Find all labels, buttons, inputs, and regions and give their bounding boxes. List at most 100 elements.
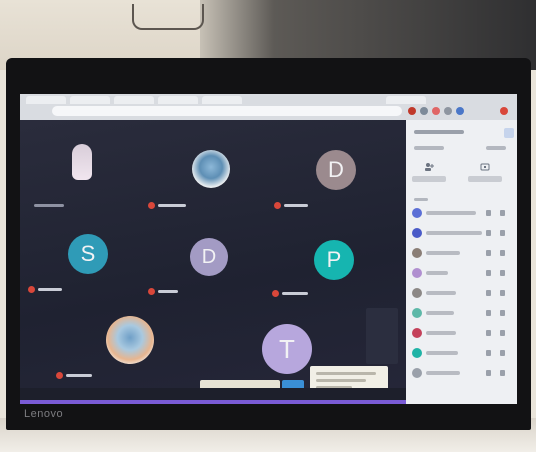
browser-chrome [20, 94, 517, 120]
browser-tab[interactable] [202, 96, 242, 104]
mic-icon [486, 290, 491, 296]
add-people-button[interactable] [412, 160, 446, 188]
participant-row-name [426, 211, 476, 215]
share-icon [480, 163, 490, 171]
browser-tab[interactable] [386, 96, 426, 104]
mic-off-icon [274, 202, 281, 209]
mic-off-icon [148, 202, 155, 209]
participant-avatar-d[interactable]: D [316, 150, 356, 190]
participant-name [28, 286, 78, 295]
laptop-screen: D S D P T [20, 94, 517, 404]
participant-row[interactable] [412, 326, 512, 340]
more-icon[interactable] [500, 210, 505, 216]
more-icon[interactable] [500, 230, 505, 236]
laptop-brand-logo: Lenovo [24, 408, 64, 420]
avatar [412, 368, 422, 378]
mic-off-icon [148, 288, 155, 295]
mic-icon [486, 230, 491, 236]
participant-avatar-t[interactable]: T [262, 324, 312, 374]
participant-row[interactable] [412, 306, 512, 320]
participant-avatar-d[interactable]: D [190, 238, 228, 276]
avatar [412, 288, 422, 298]
participant-name [148, 288, 198, 297]
participant-row[interactable] [412, 286, 512, 300]
mic-icon [486, 270, 491, 276]
tab-strip [26, 96, 506, 104]
more-icon[interactable] [500, 270, 505, 276]
participant-row[interactable] [412, 246, 512, 260]
extension-icon[interactable] [444, 107, 452, 115]
participant-avatar-p[interactable]: P [314, 240, 354, 280]
participant-row[interactable] [412, 206, 512, 220]
action-label [468, 176, 502, 182]
more-icon[interactable] [500, 350, 505, 356]
address-bar[interactable] [52, 106, 402, 116]
extension-icon[interactable] [408, 107, 416, 115]
extension-icon[interactable] [456, 107, 464, 115]
participant-row-name [426, 231, 482, 235]
participant-row-name [426, 251, 460, 255]
photo-scene: Lenovo D S D P T [0, 0, 536, 452]
participant-row[interactable] [412, 226, 512, 240]
participant-row-name [426, 331, 456, 335]
mic-icon [486, 210, 491, 216]
mic-icon [486, 350, 491, 356]
more-icon[interactable] [500, 370, 505, 376]
toast-text [316, 372, 376, 375]
participant-name [272, 290, 322, 299]
panel-subtitle [414, 146, 444, 150]
participant-row[interactable] [412, 346, 512, 360]
avatar [412, 228, 422, 238]
mic-icon [486, 370, 491, 376]
participants-panel [406, 120, 517, 404]
participant-row-name [426, 311, 454, 315]
mic-off-icon [272, 290, 279, 297]
add-person-icon [425, 163, 434, 171]
avatar [412, 308, 422, 318]
share-button[interactable] [468, 160, 502, 188]
more-icon[interactable] [500, 250, 505, 256]
avatar [412, 268, 422, 278]
participant-row[interactable] [412, 266, 512, 280]
browser-tab[interactable] [26, 96, 66, 104]
avatar [412, 328, 422, 338]
more-icon[interactable] [500, 310, 505, 316]
meeting-grid: D S D P T [20, 120, 406, 388]
participant-avatar-photo[interactable] [106, 316, 154, 364]
participant-row-name [426, 291, 456, 295]
avatar [412, 248, 422, 258]
browser-tab[interactable] [114, 96, 154, 104]
extension-icon[interactable] [420, 107, 428, 115]
participant-row-name [426, 371, 460, 375]
participant-name [34, 202, 74, 211]
address-text [58, 107, 258, 115]
close-icon[interactable] [504, 128, 514, 138]
participant-row-name [426, 271, 448, 275]
video-strip [366, 308, 398, 364]
mic-off-icon [56, 372, 63, 379]
panel-title [414, 130, 484, 138]
toast-text [316, 379, 366, 382]
participant-row[interactable] [412, 366, 512, 380]
participant-avatar-photo[interactable] [192, 150, 230, 188]
mic-icon [486, 250, 491, 256]
profile-avatar[interactable] [500, 107, 508, 115]
mic-icon [486, 310, 491, 316]
participant-video-tile-1[interactable] [72, 144, 92, 180]
cable [132, 4, 204, 30]
more-icon[interactable] [500, 330, 505, 336]
mic-off-icon [28, 286, 35, 293]
extension-icon[interactable] [432, 107, 440, 115]
more-icon[interactable] [500, 290, 505, 296]
mic-icon [486, 330, 491, 336]
section-label [414, 198, 428, 201]
action-label [412, 176, 446, 182]
avatar [412, 208, 422, 218]
participant-row-name [426, 351, 458, 355]
participant-avatar-s[interactable]: S [68, 234, 108, 274]
extension-icons [404, 106, 514, 116]
browser-tab[interactable] [70, 96, 110, 104]
browser-tab[interactable] [158, 96, 198, 104]
participant-name [56, 372, 106, 381]
avatar [412, 348, 422, 358]
